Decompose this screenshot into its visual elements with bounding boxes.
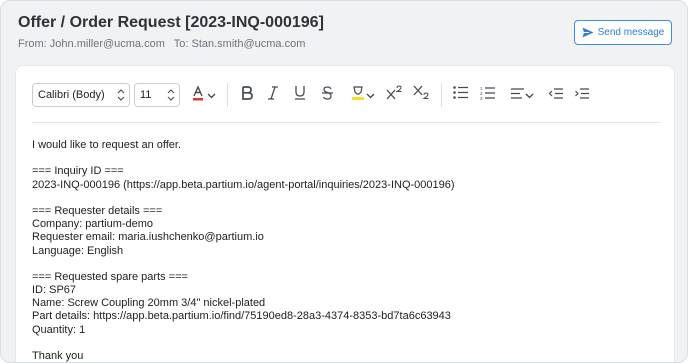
svg-text:3: 3: [480, 96, 483, 100]
send-message-label: Send message: [597, 27, 665, 38]
message-line: Name: Screw Coupling 20mm 3/4" nickel-pl…: [32, 297, 266, 310]
select-arrows-icon: [167, 87, 175, 103]
subscript-icon: [413, 84, 431, 106]
message-line: Thank you: [32, 350, 84, 362]
bold-icon: [241, 85, 253, 105]
increase-indent-button[interactable]: [572, 84, 592, 106]
highlighter-icon: [350, 85, 366, 106]
to-label: To:: [173, 38, 189, 50]
font-color-icon: [191, 84, 207, 106]
to-value: Stan.smith@ucma.com: [191, 38, 306, 50]
message-line: Requester email: maria.iushchenko@partiu…: [32, 231, 264, 244]
toolbar-divider: [32, 122, 660, 123]
message-line: === Requester details ===: [32, 204, 163, 217]
font-color-button[interactable]: [187, 84, 219, 106]
numbered-list-button[interactable]: 123: [478, 84, 498, 106]
chevron-down-icon: [366, 86, 375, 104]
editor-card: Calibri (Body) 11 1 2 3 I would like to …: [15, 65, 676, 362]
superscript-icon: [386, 84, 404, 106]
message-line: I would like to request an offer.: [32, 139, 181, 151]
message-line: Company: partium-demo: [32, 218, 154, 231]
underline-icon: [294, 85, 306, 105]
numbered-list-icon: 123: [480, 86, 496, 105]
indent-icon: [574, 86, 590, 104]
select-arrows-icon: [117, 87, 125, 103]
message-line: === Inquiry ID ===: [32, 165, 124, 178]
bulleted-list-icon: [453, 86, 469, 104]
message-line: Language: English: [32, 244, 124, 257]
strikethrough-icon: [321, 85, 334, 105]
toolbar-separator: [441, 83, 442, 107]
from-value: John.miller@ucma.com: [49, 38, 165, 50]
font-size-select[interactable]: 11: [134, 83, 180, 107]
message-body[interactable]: I would like to request an offer. === In…: [32, 139, 662, 362]
underline-button[interactable]: [291, 84, 309, 106]
strikethrough-button[interactable]: [318, 84, 336, 106]
message-line: Part details: https://app.beta.partium.i…: [32, 310, 451, 323]
message-meta: From: John.miller@ucma.com To: Stan.smit…: [18, 38, 305, 50]
page-title: Offer / Order Request [2023-INQ-000196]: [18, 14, 324, 31]
message-line: === Requested spare parts ===: [32, 270, 188, 283]
align-left-icon: [510, 86, 525, 104]
chevron-down-icon: [525, 86, 534, 104]
align-button[interactable]: [505, 84, 539, 106]
bold-button[interactable]: [238, 84, 256, 106]
superscript-button[interactable]: [385, 84, 405, 106]
message-line: ID: SP67: [32, 284, 77, 297]
outdent-icon: [548, 86, 564, 104]
message-line: 2023-INQ-000196 (https://app.beta.partiu…: [32, 178, 455, 191]
toolbar-separator: [227, 83, 228, 107]
chevron-down-icon: [207, 86, 216, 104]
formatting-toolbar: Calibri (Body) 11 1 2 3: [16, 66, 676, 122]
font-size-value: 11: [140, 89, 152, 101]
compose-window: Offer / Order Request [2023-INQ-000196] …: [0, 0, 688, 363]
subscript-button[interactable]: [412, 84, 432, 106]
decrease-indent-button[interactable]: [546, 84, 566, 106]
font-family-select[interactable]: Calibri (Body): [32, 83, 130, 107]
italic-icon: [267, 85, 279, 105]
font-family-value: Calibri (Body): [38, 89, 105, 101]
italic-button[interactable]: [264, 84, 282, 106]
send-icon: [582, 27, 594, 38]
send-message-button[interactable]: Send message: [574, 20, 672, 45]
message-line: Quantity: 1: [32, 323, 86, 336]
highlight-button[interactable]: [345, 84, 379, 106]
from-label: From:: [18, 38, 47, 50]
bulleted-list-button[interactable]: [451, 84, 471, 106]
